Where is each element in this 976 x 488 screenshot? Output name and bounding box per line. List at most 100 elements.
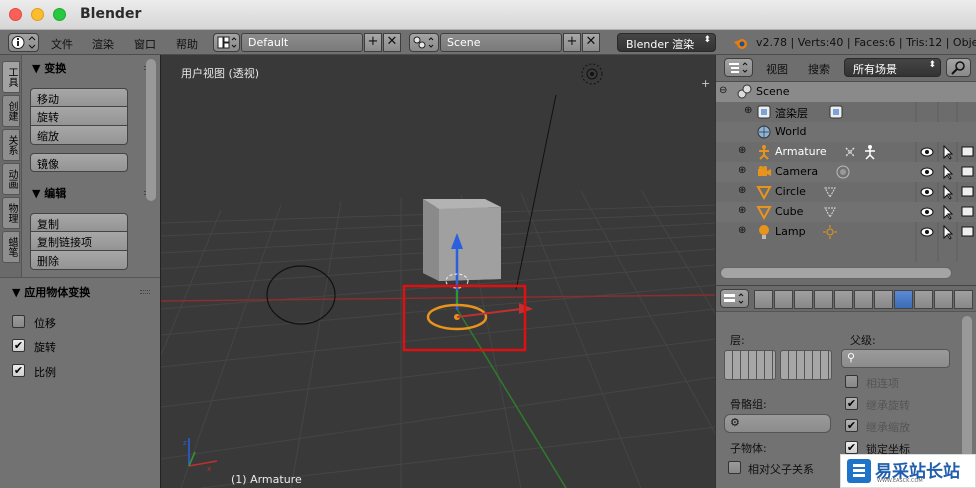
- x-axis-manipulator[interactable]: [456, 308, 522, 318]
- editor-type-button[interactable]: [8, 33, 39, 52]
- outliner-view-menu[interactable]: 视图: [766, 61, 788, 77]
- properties-toggle-icon[interactable]: +: [701, 78, 711, 89]
- panel-grip-icon[interactable]: [140, 290, 150, 294]
- screen-layout-field[interactable]: Default: [241, 33, 363, 52]
- delete-button[interactable]: 删除: [30, 251, 128, 270]
- 3d-viewport[interactable]: z x 用户视图 (透视) + (1) Armature: [160, 55, 716, 488]
- window-titlebar: Blender: [0, 0, 976, 30]
- render-tab-camera-icon[interactable]: [754, 290, 773, 309]
- add-scene-button[interactable]: +: [563, 33, 581, 52]
- add-screen-button[interactable]: +: [364, 33, 382, 52]
- parent-bone-field[interactable]: ⚲: [841, 349, 950, 368]
- watermark: 易采站长站 WWW.EASCK.COM: [840, 454, 976, 488]
- expand-icon[interactable]: ⊕: [738, 226, 748, 236]
- expand-icon[interactable]: ⊕: [738, 166, 748, 176]
- duplicate-linked-button[interactable]: 复制链接项: [30, 232, 128, 251]
- texture-tab-icon[interactable]: [934, 290, 953, 309]
- expand-icon[interactable]: ⊕: [744, 106, 754, 116]
- rotate-button[interactable]: 旋转: [30, 107, 128, 126]
- outliner-row-world[interactable]: World: [716, 122, 976, 142]
- connected-checkbox[interactable]: [845, 375, 858, 388]
- data-tab-icon[interactable]: [874, 290, 893, 309]
- scene-field[interactable]: Scene: [440, 33, 562, 52]
- screen-layout-button[interactable]: [213, 33, 240, 52]
- maximize-window-button[interactable]: [53, 8, 66, 21]
- inherit-scale-checkbox[interactable]: ✔: [845, 419, 858, 432]
- layer-grid-right[interactable]: [780, 350, 832, 380]
- apply-transform-header[interactable]: ▼ 应用物体变换: [12, 284, 90, 300]
- render-layer-icon: [829, 105, 843, 119]
- minimize-window-button[interactable]: [31, 8, 44, 21]
- bone-group-field[interactable]: ⚙: [724, 414, 831, 433]
- relative-parent-checkbox[interactable]: [728, 461, 741, 474]
- lock-location-checkbox[interactable]: ✔: [845, 441, 858, 454]
- tab-animation[interactable]: 动画: [2, 163, 20, 195]
- outliner-item-label: Armature: [775, 145, 827, 158]
- connected-label: 相连项: [866, 377, 899, 390]
- tab-create[interactable]: 创建: [2, 95, 20, 127]
- rotation-checkbox[interactable]: ✔: [12, 339, 25, 352]
- outliner-search-menu[interactable]: 搜索: [808, 61, 830, 77]
- menu-window[interactable]: 窗口: [134, 36, 156, 52]
- outliner-item-label: Circle: [775, 185, 806, 198]
- bone-constraints-tab-icon[interactable]: [914, 290, 933, 309]
- location-checkbox[interactable]: [12, 315, 25, 328]
- menu-render[interactable]: 渲染: [92, 36, 114, 52]
- properties-editor-type-button[interactable]: [720, 289, 749, 308]
- bone-icon: ⚲: [847, 351, 856, 364]
- tab-tools[interactable]: 工具: [2, 61, 20, 93]
- menu-help[interactable]: 帮助: [176, 36, 198, 52]
- expand-icon[interactable]: ⊕: [738, 206, 748, 216]
- scene-selector-button[interactable]: [409, 33, 439, 52]
- viewport-scene[interactable]: z x: [161, 55, 716, 488]
- outliner-row-scene[interactable]: ⊖ Scene: [716, 82, 976, 102]
- physics-tab-icon[interactable]: [954, 290, 973, 309]
- scene-tab-icon[interactable]: [794, 290, 813, 309]
- inherit-rotation-checkbox[interactable]: ✔: [845, 397, 858, 410]
- close-window-button[interactable]: [9, 8, 22, 21]
- menu-file[interactable]: 文件: [51, 36, 73, 52]
- tab-grease-pencil[interactable]: 蜡笔: [2, 231, 20, 263]
- group-icon: ⚙: [730, 416, 740, 429]
- delete-screen-button[interactable]: ✕: [383, 33, 401, 52]
- outliner-scrollbar[interactable]: [720, 267, 952, 279]
- scale-checkbox[interactable]: ✔: [12, 364, 25, 377]
- tab-relations[interactable]: 关系: [2, 129, 20, 161]
- outliner-editor-type-button[interactable]: [724, 58, 753, 77]
- render-layers-tab-icon[interactable]: [774, 290, 793, 309]
- bone-group-label: 骨骼组:: [730, 398, 767, 411]
- world-tab-icon[interactable]: [814, 290, 833, 309]
- bone-tab-icon[interactable]: [894, 290, 913, 309]
- collapse-icon[interactable]: ⊖: [719, 86, 729, 96]
- expand-icon[interactable]: ⊕: [738, 186, 748, 196]
- tab-physics[interactable]: 物理: [2, 197, 20, 229]
- armature-data-icon: [845, 147, 855, 157]
- checkmark-icon: ✔: [846, 419, 857, 432]
- properties-tabs: [716, 286, 976, 312]
- edit-panel-header[interactable]: ▼ 编辑: [32, 185, 66, 201]
- layer-grid-left[interactable]: [724, 350, 776, 380]
- object-tab-icon[interactable]: [834, 290, 853, 309]
- constraints-tab-icon[interactable]: [854, 290, 873, 309]
- outliner-item-label: Camera: [775, 165, 819, 178]
- outliner-row-render-layers[interactable]: ⊕ 渲染层: [716, 102, 976, 122]
- active-object-label: (1) Armature: [231, 473, 302, 486]
- render-engine-dropdown[interactable]: Blender 渲染 ⬍: [617, 33, 716, 52]
- mirror-button[interactable]: 镜像: [30, 153, 128, 172]
- pose-icon: [865, 145, 875, 160]
- translate-button[interactable]: 移动: [30, 88, 128, 107]
- tool-shelf-scrollbar[interactable]: [146, 59, 156, 201]
- scale-button[interactable]: 缩放: [30, 126, 128, 145]
- transform-panel-header[interactable]: ▼ 变换: [32, 60, 66, 76]
- location-label: 位移: [34, 317, 56, 330]
- cube-object[interactable]: [423, 199, 501, 281]
- checkmark-icon: ✔: [846, 441, 857, 454]
- outliner-item-label: 渲染层: [775, 107, 808, 120]
- expand-icon[interactable]: ⊕: [738, 146, 748, 156]
- duplicate-button[interactable]: 复制: [30, 213, 128, 232]
- delete-scene-button[interactable]: ✕: [582, 33, 600, 52]
- lamp-object[interactable]: [581, 63, 603, 85]
- mesh-data-icon: [824, 207, 836, 219]
- outliner-search-button[interactable]: [946, 58, 971, 77]
- outliner-filter-dropdown[interactable]: 所有场景 ⬍: [844, 58, 941, 77]
